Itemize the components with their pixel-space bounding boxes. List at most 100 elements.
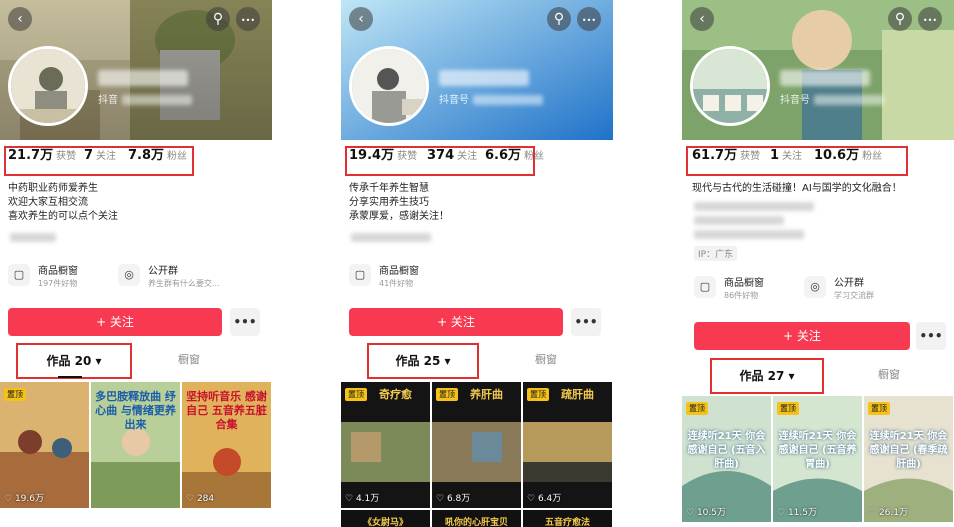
bio-line: 承蒙厚爱，感谢关注！ <box>349 211 449 222</box>
back-button[interactable]: ‹ <box>8 7 32 31</box>
back-button[interactable]: ‹ <box>690 7 714 31</box>
tab-works[interactable]: 作品 20 ▾ <box>16 343 132 379</box>
video-thumb[interactable]: 置顶 连续听21天 你会感谢自己 (五音养胃曲) ♡ 11.5万 <box>773 396 862 522</box>
pinned-badge: 置顶 <box>868 402 890 415</box>
pinned-badge: 置顶 <box>686 402 708 415</box>
more-button[interactable]: ••• <box>918 7 942 31</box>
search-button[interactable]: ⚲ <box>888 7 912 31</box>
group-title: 公开群 <box>834 278 864 289</box>
store-count: 86件好物 <box>724 291 759 300</box>
thumb-title: 连续听21天 你会感谢自己 (五音养胃曲) <box>778 431 857 470</box>
group-desc: 学习交流群 <box>834 291 874 300</box>
thumb-title: 吼你的心肝宝贝 <box>444 518 508 527</box>
store-title: 商品橱窗 <box>379 266 419 277</box>
stat-fans[interactable]: 7.8万 粉丝 <box>128 147 187 165</box>
bio-line: 喜欢养生的可以点个关注 <box>8 211 118 222</box>
store-icon: ▢ <box>349 264 371 286</box>
heart-icon: ♡ <box>345 494 354 504</box>
more-options-button[interactable]: ••• <box>230 308 260 336</box>
stat-fans[interactable]: 6.6万 粉丝 <box>485 147 544 165</box>
avatar[interactable] <box>349 46 429 126</box>
thumb-title: 养肝曲 <box>470 388 503 401</box>
follow-button[interactable]: + 关注 <box>8 308 222 336</box>
following-count: 374 <box>427 148 455 163</box>
thumb-title: 连续听21天 你会感谢自己 (五音入肝曲) <box>687 431 766 470</box>
back-icon: ‹ <box>17 11 23 27</box>
tab-shop[interactable]: 橱窗 <box>535 351 557 367</box>
fans-count: 10.6万 <box>814 148 860 163</box>
thumb-title: 五音疗愈法 <box>544 518 590 527</box>
back-button[interactable]: ‹ <box>349 7 373 31</box>
stat-likes[interactable]: 19.4万 获赞 <box>349 147 417 165</box>
tab-works[interactable]: 作品 25 ▾ <box>367 343 479 379</box>
more-button[interactable]: ••• <box>236 7 260 31</box>
thumb-title: 《女尉马》 <box>362 518 408 527</box>
video-thumb[interactable]: 多巴胺释放曲 纾心曲 与情绪更养出来 <box>91 382 180 508</box>
like-count: ♡ 26.1万 <box>868 508 908 518</box>
search-button[interactable]: ⚲ <box>206 7 230 31</box>
tab-shop[interactable]: 橱窗 <box>878 366 900 382</box>
follow-button[interactable]: + 关注 <box>694 322 910 350</box>
works-grid: 置顶 连续听21天 你会感谢自己 (五音入肝曲) ♡ 10.5万 置顶 连续听2… <box>682 396 954 527</box>
search-icon: ⚲ <box>212 11 224 27</box>
avatar[interactable] <box>690 46 770 126</box>
search-icon: ⚲ <box>553 11 565 27</box>
video-thumb[interactable]: 置顶 养肝曲 ♡ 6.8万 <box>432 382 521 508</box>
back-icon: ‹ <box>358 11 364 27</box>
fans-count: 6.6万 <box>485 148 522 163</box>
thumb-title: 疏肝曲 <box>561 388 594 401</box>
profile-card: 21.7万 获赞 7 关注 7.8万 粉丝 中药职业药师爱养生 欢迎大家互相交流 喜欢… <box>0 140 272 527</box>
stat-likes[interactable]: 21.7万 获赞 <box>8 147 76 165</box>
heart-icon: ♡ <box>186 494 195 504</box>
like-count: ♡ 4.1万 <box>345 494 380 504</box>
account-id: 抖音 <box>98 94 192 108</box>
more-button[interactable]: ••• <box>577 7 601 31</box>
store-title: 商品橱窗 <box>38 266 78 277</box>
video-thumb[interactable]: 坚持听音乐 感谢自己 五音养五脏 合集 ♡ 284 <box>182 382 271 508</box>
thumb-title: 多巴胺释放曲 纾心曲 与情绪更养出来 <box>95 390 176 431</box>
following-label: 关注 <box>782 151 803 162</box>
avatar[interactable] <box>8 46 88 126</box>
tab-works[interactable]: 作品 27 ▾ <box>710 358 824 394</box>
stat-likes[interactable]: 61.7万 获赞 <box>692 147 760 165</box>
bio-line: 现代与古代的生活碰撞！AI与国学的文化融合！ <box>692 183 902 194</box>
thumb-title: 奇疗愈 <box>379 388 412 401</box>
video-thumb[interactable]: 置顶 连续听21天 你会感谢自己 (五音入肝曲) ♡ 10.5万 <box>682 396 771 522</box>
group-icon: ◎ <box>804 276 826 298</box>
back-icon: ‹ <box>699 11 705 27</box>
thumb-title: 坚持听音乐 感谢自己 五音养五脏 合集 <box>186 390 267 431</box>
follow-button[interactable]: + 关注 <box>349 308 563 336</box>
works-grid: 置顶 ♡ 19.6万 多巴胺释放曲 纾心曲 与情绪更养出来 坚持听音乐 感谢自己… <box>0 382 272 527</box>
likes-count: 61.7万 <box>692 148 738 163</box>
video-thumb[interactable]: 置顶 疏肝曲 ♡ 6.4万 <box>523 382 612 508</box>
heart-icon: ♡ <box>777 508 786 518</box>
heart-icon: ♡ <box>868 508 877 518</box>
account-id: 抖音号 <box>780 94 884 108</box>
more-icon: ••• <box>240 16 256 25</box>
video-thumb[interactable]: 置顶 ♡ 19.6万 <box>0 382 89 508</box>
stat-following[interactable]: 7 关注 <box>84 147 116 165</box>
video-thumb[interactable]: 五音疗愈法 <box>523 510 612 527</box>
bio-line: 欢迎大家互相交流 <box>8 197 88 208</box>
blurred-bio <box>694 202 814 211</box>
more-options-button[interactable]: ••• <box>571 308 601 336</box>
video-thumb[interactable]: 吼你的心肝宝贝 <box>432 510 521 527</box>
like-count: ♡ 6.8万 <box>436 494 471 504</box>
video-thumb[interactable]: 置顶 奇疗愈 ♡ 4.1万 <box>341 382 430 508</box>
following-count: 7 <box>84 148 94 163</box>
heart-icon: ♡ <box>527 494 536 504</box>
tab-shop[interactable]: 橱窗 <box>178 351 200 367</box>
stat-fans[interactable]: 10.6万 粉丝 <box>814 147 882 165</box>
like-count: ♡ 10.5万 <box>686 508 726 518</box>
stat-following[interactable]: 1 关注 <box>770 147 802 165</box>
store-icon: ▢ <box>694 276 716 298</box>
blurred-bio <box>694 216 784 225</box>
bio-line: 传承千年养生智慧 <box>349 183 429 194</box>
more-options-button[interactable]: ••• <box>916 322 946 350</box>
video-thumb[interactable]: 《女尉马》 <box>341 510 430 527</box>
video-thumb[interactable]: 置顶 连续听21天 你会感谢自己 (春季疏肝曲) ♡ 26.1万 <box>864 396 953 522</box>
search-button[interactable]: ⚲ <box>547 7 571 31</box>
stat-following[interactable]: 374 关注 <box>427 147 477 165</box>
following-count: 1 <box>770 148 780 163</box>
pinned-badge: 置顶 <box>4 388 26 401</box>
